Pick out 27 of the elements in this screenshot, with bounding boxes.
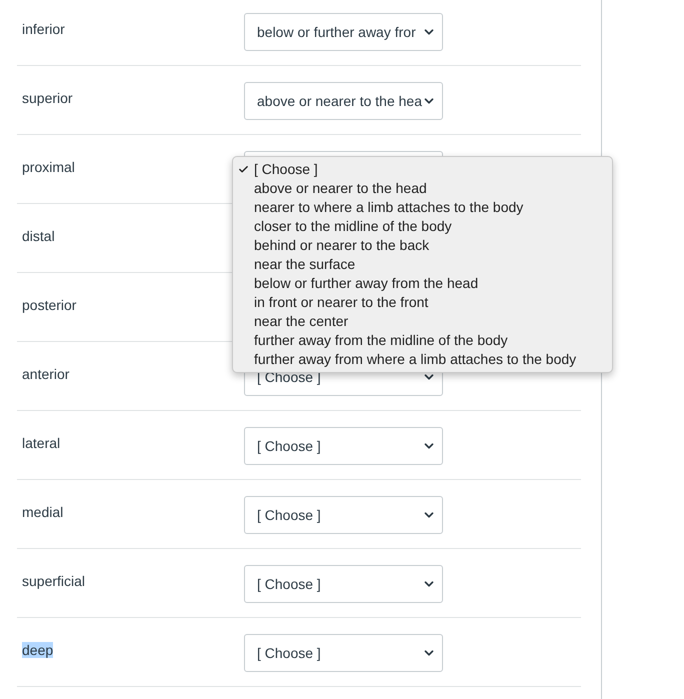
dropdown-option[interactable]: nearer to where a limb attaches to the body [233,198,612,217]
dropdown-option[interactable]: behind or nearer to the back [233,236,612,255]
dropdown-option[interactable]: below or further away from the head [233,274,612,293]
term-label: superior [22,90,73,106]
term-label: distal [22,228,55,244]
answer-dropdown[interactable]: below or further away fror [244,13,443,51]
term-label: deep [22,642,54,658]
dropdown-option[interactable]: near the center [233,312,612,331]
term-label: medial [22,504,64,520]
term-label: proximal [22,159,75,175]
term-label: posterior [22,297,76,313]
term-label: lateral [22,435,60,451]
dropdown-option[interactable]: near the surface [233,255,612,274]
term-label: superficial [22,573,86,589]
answer-dropdown[interactable]: [ Choose ] [244,634,443,672]
answer-dropdown[interactable]: [ Choose ] [244,565,443,603]
dropdown-option[interactable]: closer to the midline of the body [233,217,612,236]
answer-dropdown[interactable]: [ Choose ] [244,496,443,534]
checkmark-icon [238,164,249,175]
answer-dropdown[interactable]: [ Choose ] [244,427,443,465]
term-label: anterior [22,366,70,382]
dropdown-option[interactable]: in front or nearer to the front [233,293,612,312]
answer-dropdown[interactable]: above or nearer to the hea [244,82,443,120]
term-label: inferior [22,21,65,37]
dropdown-option[interactable]: above or nearer to the head [233,179,612,198]
dropdown-option[interactable]: further away from the midline of the body [233,331,612,350]
dropdown-option[interactable]: [ Choose ] [233,160,612,179]
